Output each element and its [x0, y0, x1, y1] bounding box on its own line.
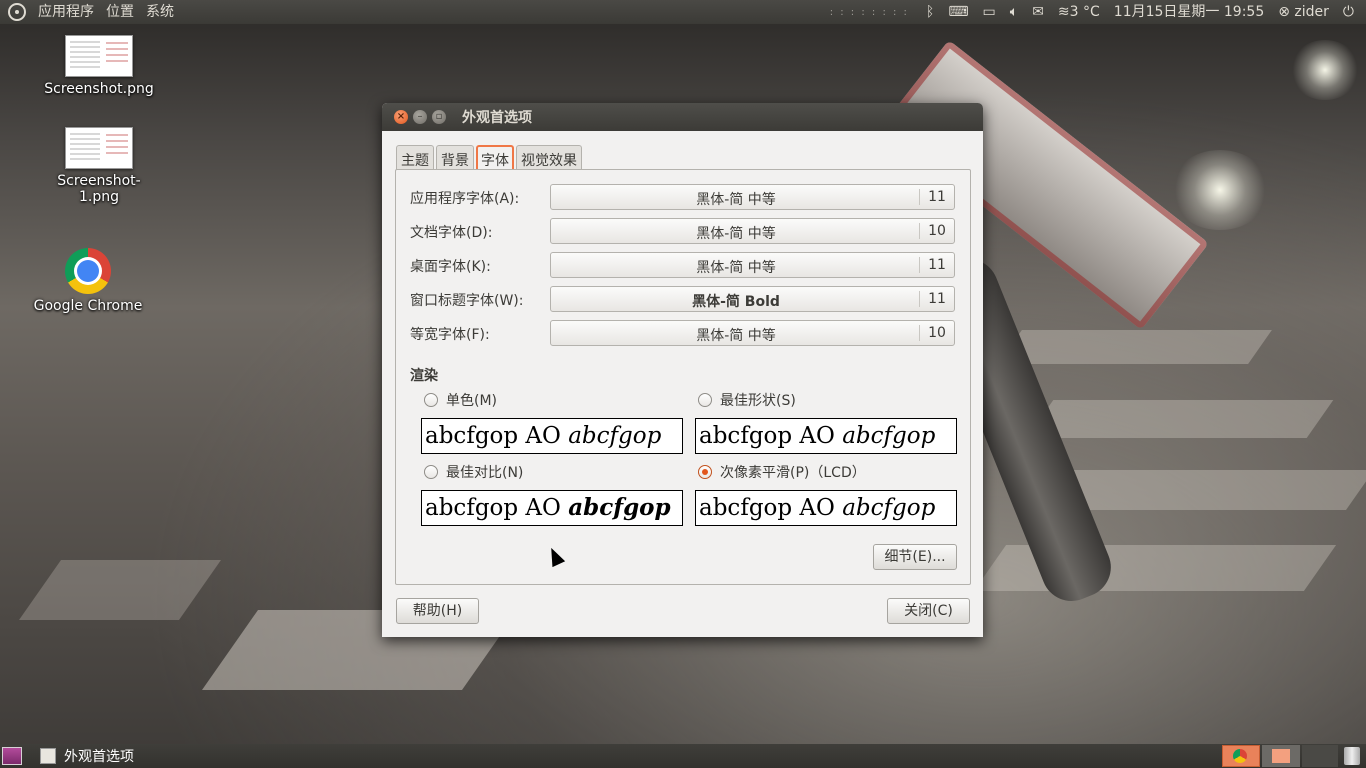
appearance-preferences-dialog: × – ▫ 外观首选项 主题 背景 字体 视觉效果 应用程序字体(A): 黑体-… — [382, 103, 983, 637]
chrome-icon — [1233, 749, 1247, 763]
window-titlebar[interactable]: × – ▫ 外观首选项 — [382, 103, 983, 131]
font-label: 桌面字体(K): — [410, 259, 491, 275]
ubuntu-logo-icon[interactable] — [8, 3, 26, 21]
font-size: 11 — [919, 291, 954, 307]
bottom-panel: 外观首选项 — [0, 744, 1366, 768]
sample-best-shapes[interactable]: abcfgop AO abcfgop — [695, 418, 957, 454]
window-title: 外观首选项 — [462, 110, 532, 126]
user-status-icon: ⊗ — [1278, 4, 1290, 20]
fonts-panel: 应用程序字体(A): 黑体-简 中等 11 文档字体(D): 黑体-简 中等 1… — [395, 169, 971, 585]
desktop-icon-label: Screenshot.png — [44, 81, 154, 97]
radio-checked-icon[interactable] — [698, 465, 712, 479]
taskbar-window-title: 外观首选项 — [64, 749, 134, 765]
top-panel: 应用程序 位置 系统 : : : : : : : : ᛒ ⌨ ▭ 🔈︎ ✉ ≋3… — [0, 0, 1366, 24]
trash-icon[interactable] — [1344, 747, 1360, 765]
workspace-3[interactable] — [1302, 745, 1338, 767]
sample-plain-text: abcfgop AO — [425, 423, 569, 449]
font-name: 黑体-简 中等 — [696, 226, 776, 242]
details-button[interactable]: 细节(E)... — [873, 544, 957, 570]
taskbar-window-button[interactable]: 外观首选项 — [34, 744, 134, 768]
sample-monochrome[interactable]: abcfgop AO abcfgop — [421, 418, 683, 454]
sample-best-contrast[interactable]: abcfgop AO abcfgop — [421, 490, 683, 526]
desktop-font-button[interactable]: 黑体-简 中等 11 — [550, 252, 955, 278]
battery-icon[interactable]: ▭ — [976, 0, 1003, 24]
desktop-icon-label: Screenshot-1.png — [57, 173, 141, 205]
radio-subpixel-smoothing[interactable]: 次像素平滑(P)（LCD） — [698, 462, 866, 482]
keyboard-icon[interactable]: ⌨ — [941, 0, 975, 24]
user-name: zider — [1294, 4, 1329, 20]
window-minimize-icon[interactable]: – — [413, 110, 427, 124]
weather-indicator[interactable]: ≋3 °C — [1051, 0, 1107, 24]
radio-label: 次像素平滑(P)（LCD） — [720, 465, 866, 481]
show-desktop-icon[interactable] — [2, 747, 22, 765]
application-font-button[interactable]: 黑体-简 中等 11 — [550, 184, 955, 210]
workspace-2[interactable] — [1262, 745, 1300, 767]
font-size: 11 — [919, 189, 954, 205]
sample-italic-text: abcfgop — [568, 494, 671, 521]
font-name: 黑体-简 中等 — [696, 328, 776, 344]
radio-label: 单色(M) — [446, 393, 498, 409]
desktop-icon-screenshot-1[interactable]: Screenshot-1.png — [39, 127, 159, 205]
document-font-button[interactable]: 黑体-简 中等 10 — [550, 218, 955, 244]
radio-unchecked-icon[interactable] — [424, 393, 438, 407]
font-name: 黑体-简 中等 — [696, 192, 776, 208]
font-label: 等宽字体(F): — [410, 327, 490, 343]
font-row-window-title: 窗口标题字体(W): 黑体-简 Bold 11 — [410, 286, 955, 312]
font-row-monospace: 等宽字体(F): 黑体-简 中等 10 — [410, 320, 955, 346]
font-row-application: 应用程序字体(A): 黑体-简 中等 11 — [410, 184, 955, 210]
window-maximize-icon[interactable]: ▫ — [432, 110, 446, 124]
radio-best-shapes[interactable]: 最佳形状(S) — [698, 390, 796, 410]
window-close-icon[interactable]: × — [394, 110, 408, 124]
desktop-icon-google-chrome[interactable]: Google Chrome — [28, 248, 148, 314]
help-button[interactable]: 帮助(H) — [396, 598, 479, 624]
bluetooth-icon[interactable]: ᛒ — [919, 0, 941, 24]
sample-italic-text: abcfgop — [842, 423, 936, 449]
image-thumbnail-icon — [65, 35, 133, 77]
sample-plain-text: abcfgop AO — [425, 495, 569, 521]
font-row-document: 文档字体(D): 黑体-简 中等 10 — [410, 218, 955, 244]
power-icon[interactable]: ⏻ — [1336, 0, 1366, 24]
mail-icon[interactable]: ✉ — [1025, 0, 1051, 24]
monospace-font-button[interactable]: 黑体-简 中等 10 — [550, 320, 955, 346]
radio-best-contrast[interactable]: 最佳对比(N) — [424, 462, 523, 482]
sample-italic-text: abcfgop — [568, 423, 662, 449]
font-label: 应用程序字体(A): — [410, 191, 520, 207]
font-label: 文档字体(D): — [410, 225, 493, 241]
radio-unchecked-icon[interactable] — [698, 393, 712, 407]
font-size: 10 — [919, 223, 954, 239]
font-name: 黑体-简 中等 — [696, 260, 776, 276]
sample-subpixel-smoothing[interactable]: abcfgop AO abcfgop — [695, 490, 957, 526]
font-label: 窗口标题字体(W): — [410, 293, 524, 309]
close-button[interactable]: 关闭(C) — [887, 598, 970, 624]
clock[interactable]: 11月15日星期一 19:55 — [1107, 0, 1271, 24]
radio-label: 最佳对比(N) — [446, 465, 524, 481]
chrome-icon — [65, 248, 111, 294]
rendering-section-title: 渲染 — [410, 368, 438, 384]
radio-monochrome[interactable]: 单色(M) — [424, 390, 497, 410]
sample-plain-text: abcfgop AO — [699, 495, 843, 521]
radio-label: 最佳形状(S) — [720, 393, 796, 409]
user-menu[interactable]: ⊗ zider — [1271, 0, 1336, 24]
window-title-font-button[interactable]: 黑体-简 Bold 11 — [550, 286, 955, 312]
appearance-app-icon — [40, 748, 56, 764]
desktop-icon-screenshot[interactable]: Screenshot.png — [39, 35, 159, 97]
menu-system[interactable]: 系统 — [140, 0, 180, 24]
font-row-desktop: 桌面字体(K): 黑体-简 中等 11 — [410, 252, 955, 278]
menu-applications[interactable]: 应用程序 — [32, 0, 100, 24]
font-size: 11 — [919, 257, 954, 273]
radio-unchecked-icon[interactable] — [424, 465, 438, 479]
desktop-icon-label: Google Chrome — [33, 298, 143, 314]
sample-italic-text: abcfgop — [842, 495, 936, 521]
workspace-1[interactable] — [1222, 745, 1260, 767]
panel-separator: : : : : : : : : — [829, 6, 909, 18]
sample-plain-text: abcfgop AO — [699, 423, 843, 449]
font-size: 10 — [919, 325, 954, 341]
image-thumbnail-icon — [65, 127, 133, 169]
menu-places[interactable]: 位置 — [100, 0, 140, 24]
font-name: 黑体-简 Bold — [692, 294, 780, 310]
volume-icon[interactable]: 🔈︎ — [1003, 0, 1025, 24]
